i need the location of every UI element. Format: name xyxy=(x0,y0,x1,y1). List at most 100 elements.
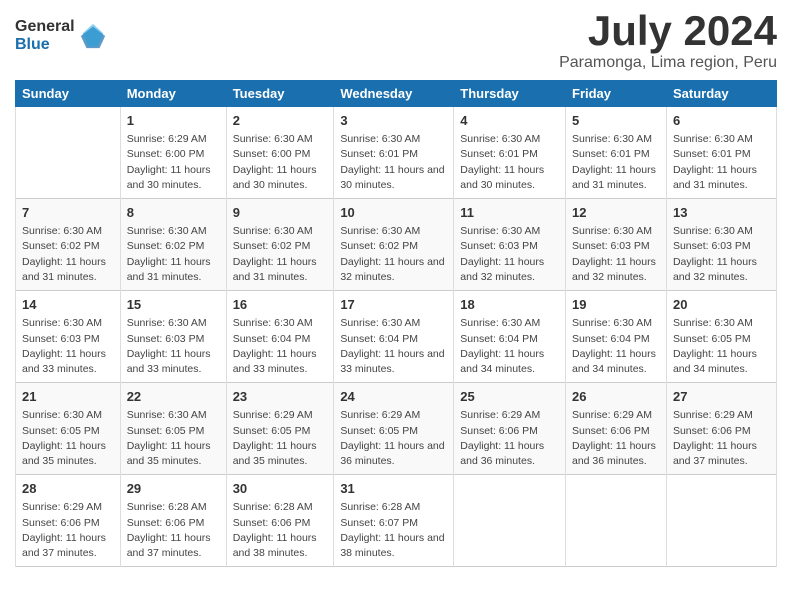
day-number: 28 xyxy=(22,480,114,498)
day-number: 25 xyxy=(460,388,559,406)
day-info: Sunrise: 6:30 AMSunset: 6:04 PMDaylight:… xyxy=(340,316,447,377)
day-number: 17 xyxy=(340,296,447,314)
day-info: Sunrise: 6:30 AMSunset: 6:03 PMDaylight:… xyxy=(572,224,660,285)
calendar-cell: 25 Sunrise: 6:29 AMSunset: 6:06 PMDayligh… xyxy=(454,383,566,475)
week-row-2: 7 Sunrise: 6:30 AMSunset: 6:02 PMDaylight… xyxy=(16,199,777,291)
calendar-cell: 15Sunrise: 6:30 AMSunset: 6:03 PMDayligh… xyxy=(120,291,226,383)
calendar-cell: 1 Sunrise: 6:29 AMSunset: 6:00 PMDaylight… xyxy=(120,107,226,199)
location-subtitle: Paramonga, Lima region, Peru xyxy=(559,54,777,72)
logo-text: General Blue xyxy=(15,18,75,53)
day-info: Sunrise: 6:30 AMSunset: 6:02 PMDaylight:… xyxy=(340,224,447,285)
calendar-table: SundayMondayTuesdayWednesdayThursdayFrid… xyxy=(15,80,777,567)
day-number: 1 xyxy=(127,112,220,130)
day-info: Sunrise: 6:29 AMSunset: 6:06 PMDaylight:… xyxy=(460,408,559,469)
day-number: 4 xyxy=(460,112,559,130)
day-info: Sunrise: 6:30 AMSunset: 6:02 PMDaylight:… xyxy=(233,224,328,285)
day-info: Sunrise: 6:30 AMSunset: 6:05 PMDaylight:… xyxy=(22,408,114,469)
calendar-cell: 17 Sunrise: 6:30 AMSunset: 6:04 PMDayligh… xyxy=(334,291,454,383)
day-info: Sunrise: 6:29 AMSunset: 6:05 PMDaylight:… xyxy=(340,408,447,469)
calendar-cell: 14 Sunrise: 6:30 AMSunset: 6:03 PMDayligh… xyxy=(16,291,121,383)
day-info: Sunrise: 6:30 AMSunset: 6:03 PMDaylight:… xyxy=(22,316,114,377)
day-number: 26 xyxy=(572,388,660,406)
calendar-cell: 6Sunrise: 6:30 AMSunset: 6:01 PMDaylight… xyxy=(666,107,776,199)
day-number: 11 xyxy=(460,204,559,222)
day-info: Sunrise: 6:30 AMSunset: 6:03 PMDaylight:… xyxy=(673,224,770,285)
calendar-cell: 23 Sunrise: 6:29 AMSunset: 6:05 PMDayligh… xyxy=(226,383,334,475)
day-number: 16 xyxy=(233,296,328,314)
day-number: 19 xyxy=(572,296,660,314)
day-info: Sunrise: 6:29 AMSunset: 6:05 PMDaylight:… xyxy=(233,408,328,469)
calendar-cell: 24 Sunrise: 6:29 AMSunset: 6:05 PMDayligh… xyxy=(334,383,454,475)
calendar-cell: 18 Sunrise: 6:30 AMSunset: 6:04 PMDayligh… xyxy=(454,291,566,383)
day-info: Sunrise: 6:29 AMSunset: 6:06 PMDaylight:… xyxy=(22,500,114,561)
day-number: 2 xyxy=(233,112,328,130)
title-area: July 2024 Paramonga, Lima region, Peru xyxy=(559,10,777,72)
day-number: 21 xyxy=(22,388,114,406)
day-info: Sunrise: 6:30 AMSunset: 6:01 PMDaylight:… xyxy=(460,132,559,193)
day-info: Sunrise: 6:30 AMSunset: 6:03 PMDaylight:… xyxy=(127,316,220,377)
calendar-cell: 29Sunrise: 6:28 AMSunset: 6:06 PMDayligh… xyxy=(120,475,226,567)
day-info: Sunrise: 6:30 AMSunset: 6:01 PMDaylight:… xyxy=(340,132,447,193)
day-number: 5 xyxy=(572,112,660,130)
calendar-cell xyxy=(666,475,776,567)
calendar-cell xyxy=(566,475,667,567)
day-info: Sunrise: 6:30 AMSunset: 6:01 PMDaylight:… xyxy=(572,132,660,193)
day-number: 14 xyxy=(22,296,114,314)
day-number: 10 xyxy=(340,204,447,222)
day-number: 30 xyxy=(233,480,328,498)
day-number: 8 xyxy=(127,204,220,222)
day-number: 23 xyxy=(233,388,328,406)
header-day-thursday: Thursday xyxy=(454,81,566,107)
calendar-cell: 28 Sunrise: 6:29 AMSunset: 6:06 PMDayligh… xyxy=(16,475,121,567)
calendar-cell: 4 Sunrise: 6:30 AMSunset: 6:01 PMDaylight… xyxy=(454,107,566,199)
day-number: 18 xyxy=(460,296,559,314)
week-row-3: 14 Sunrise: 6:30 AMSunset: 6:03 PMDayligh… xyxy=(16,291,777,383)
calendar-cell: 7 Sunrise: 6:30 AMSunset: 6:02 PMDaylight… xyxy=(16,199,121,291)
calendar-cell: 30 Sunrise: 6:28 AMSunset: 6:06 PMDayligh… xyxy=(226,475,334,567)
calendar-cell: 3 Sunrise: 6:30 AMSunset: 6:01 PMDaylight… xyxy=(334,107,454,199)
week-row-4: 21 Sunrise: 6:30 AMSunset: 6:05 PMDayligh… xyxy=(16,383,777,475)
day-info: Sunrise: 6:30 AMSunset: 6:05 PMDaylight:… xyxy=(673,316,770,377)
calendar-cell: 22Sunrise: 6:30 AMSunset: 6:05 PMDayligh… xyxy=(120,383,226,475)
calendar-cell: 5 Sunrise: 6:30 AMSunset: 6:01 PMDaylight… xyxy=(566,107,667,199)
calendar-cell xyxy=(454,475,566,567)
calendar-cell: 19 Sunrise: 6:30 AMSunset: 6:04 PMDayligh… xyxy=(566,291,667,383)
week-row-1: 1 Sunrise: 6:29 AMSunset: 6:00 PMDaylight… xyxy=(16,107,777,199)
day-number: 31 xyxy=(340,480,447,498)
header-day-tuesday: Tuesday xyxy=(226,81,334,107)
header-day-wednesday: Wednesday xyxy=(334,81,454,107)
header-day-sunday: Sunday xyxy=(16,81,121,107)
day-info: Sunrise: 6:30 AMSunset: 6:02 PMDaylight:… xyxy=(22,224,114,285)
day-number: 7 xyxy=(22,204,114,222)
day-info: Sunrise: 6:30 AMSunset: 6:04 PMDaylight:… xyxy=(460,316,559,377)
day-number: 12 xyxy=(572,204,660,222)
calendar-cell xyxy=(16,107,121,199)
day-info: Sunrise: 6:29 AMSunset: 6:00 PMDaylight:… xyxy=(127,132,220,193)
day-info: Sunrise: 6:29 AMSunset: 6:06 PMDaylight:… xyxy=(673,408,770,469)
calendar-cell: 11Sunrise: 6:30 AMSunset: 6:03 PMDayligh… xyxy=(454,199,566,291)
month-year-title: July 2024 xyxy=(559,10,777,52)
day-info: Sunrise: 6:30 AMSunset: 6:04 PMDaylight:… xyxy=(233,316,328,377)
header-row: SundayMondayTuesdayWednesdayThursdayFrid… xyxy=(16,81,777,107)
day-number: 29 xyxy=(127,480,220,498)
day-number: 20 xyxy=(673,296,770,314)
calendar-cell: 2Sunrise: 6:30 AMSunset: 6:00 PMDaylight… xyxy=(226,107,334,199)
calendar-cell: 8Sunrise: 6:30 AMSunset: 6:02 PMDaylight… xyxy=(120,199,226,291)
day-info: Sunrise: 6:28 AMSunset: 6:07 PMDaylight:… xyxy=(340,500,447,561)
calendar-cell: 26Sunrise: 6:29 AMSunset: 6:06 PMDayligh… xyxy=(566,383,667,475)
calendar-cell: 10 Sunrise: 6:30 AMSunset: 6:02 PMDayligh… xyxy=(334,199,454,291)
day-number: 27 xyxy=(673,388,770,406)
day-info: Sunrise: 6:30 AMSunset: 6:04 PMDaylight:… xyxy=(572,316,660,377)
calendar-cell: 13 Sunrise: 6:30 AMSunset: 6:03 PMDayligh… xyxy=(666,199,776,291)
header: General Blue July 2024 Paramonga, Lima r… xyxy=(15,10,777,72)
day-info: Sunrise: 6:28 AMSunset: 6:06 PMDaylight:… xyxy=(233,500,328,561)
day-number: 9 xyxy=(233,204,328,222)
day-number: 3 xyxy=(340,112,447,130)
week-row-5: 28 Sunrise: 6:29 AMSunset: 6:06 PMDayligh… xyxy=(16,475,777,567)
calendar-cell: 27 Sunrise: 6:29 AMSunset: 6:06 PMDayligh… xyxy=(666,383,776,475)
header-day-friday: Friday xyxy=(566,81,667,107)
day-number: 24 xyxy=(340,388,447,406)
calendar-cell: 31 Sunrise: 6:28 AMSunset: 6:07 PMDayligh… xyxy=(334,475,454,567)
calendar-cell: 21 Sunrise: 6:30 AMSunset: 6:05 PMDayligh… xyxy=(16,383,121,475)
day-number: 13 xyxy=(673,204,770,222)
